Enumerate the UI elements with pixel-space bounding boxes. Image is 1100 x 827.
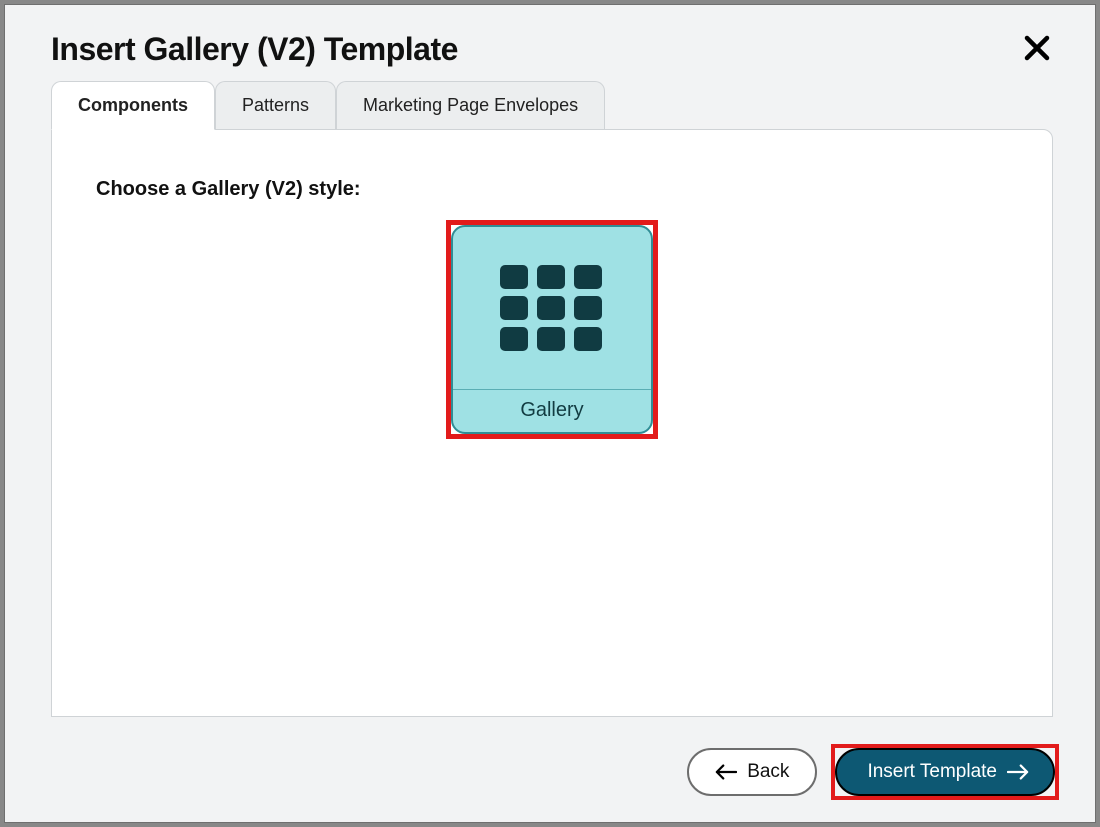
tab-marketing-envelopes[interactable]: Marketing Page Envelopes bbox=[336, 81, 605, 130]
dialog-footer: Back Insert Template bbox=[687, 744, 1059, 800]
gallery-tile-highlight: Gallery bbox=[446, 220, 658, 439]
close-button[interactable] bbox=[1019, 32, 1055, 68]
gallery-style-tile[interactable]: Gallery bbox=[451, 225, 653, 434]
grid-icon bbox=[453, 227, 651, 389]
insert-template-button[interactable]: Insert Template bbox=[835, 748, 1055, 796]
style-prompt: Choose a Gallery (V2) style: bbox=[96, 178, 1008, 201]
insert-button-label: Insert Template bbox=[867, 761, 997, 783]
dialog-header: Insert Gallery (V2) Template bbox=[5, 5, 1095, 76]
tab-components[interactable]: Components bbox=[51, 81, 215, 130]
tab-bar: Components Patterns Marketing Page Envel… bbox=[5, 80, 1095, 129]
tab-patterns[interactable]: Patterns bbox=[215, 81, 336, 130]
gallery-tile-label: Gallery bbox=[453, 389, 651, 432]
arrow-left-icon bbox=[715, 763, 737, 781]
back-button[interactable]: Back bbox=[687, 748, 817, 796]
dialog-title: Insert Gallery (V2) Template bbox=[51, 31, 458, 68]
close-icon bbox=[1022, 33, 1052, 66]
back-button-label: Back bbox=[747, 761, 789, 783]
tab-panel: Choose a Gallery (V2) style: Gallery bbox=[51, 129, 1053, 717]
insert-button-highlight: Insert Template bbox=[831, 744, 1059, 800]
insert-template-dialog: Insert Gallery (V2) Template Components … bbox=[4, 4, 1096, 823]
arrow-right-icon bbox=[1007, 763, 1029, 781]
